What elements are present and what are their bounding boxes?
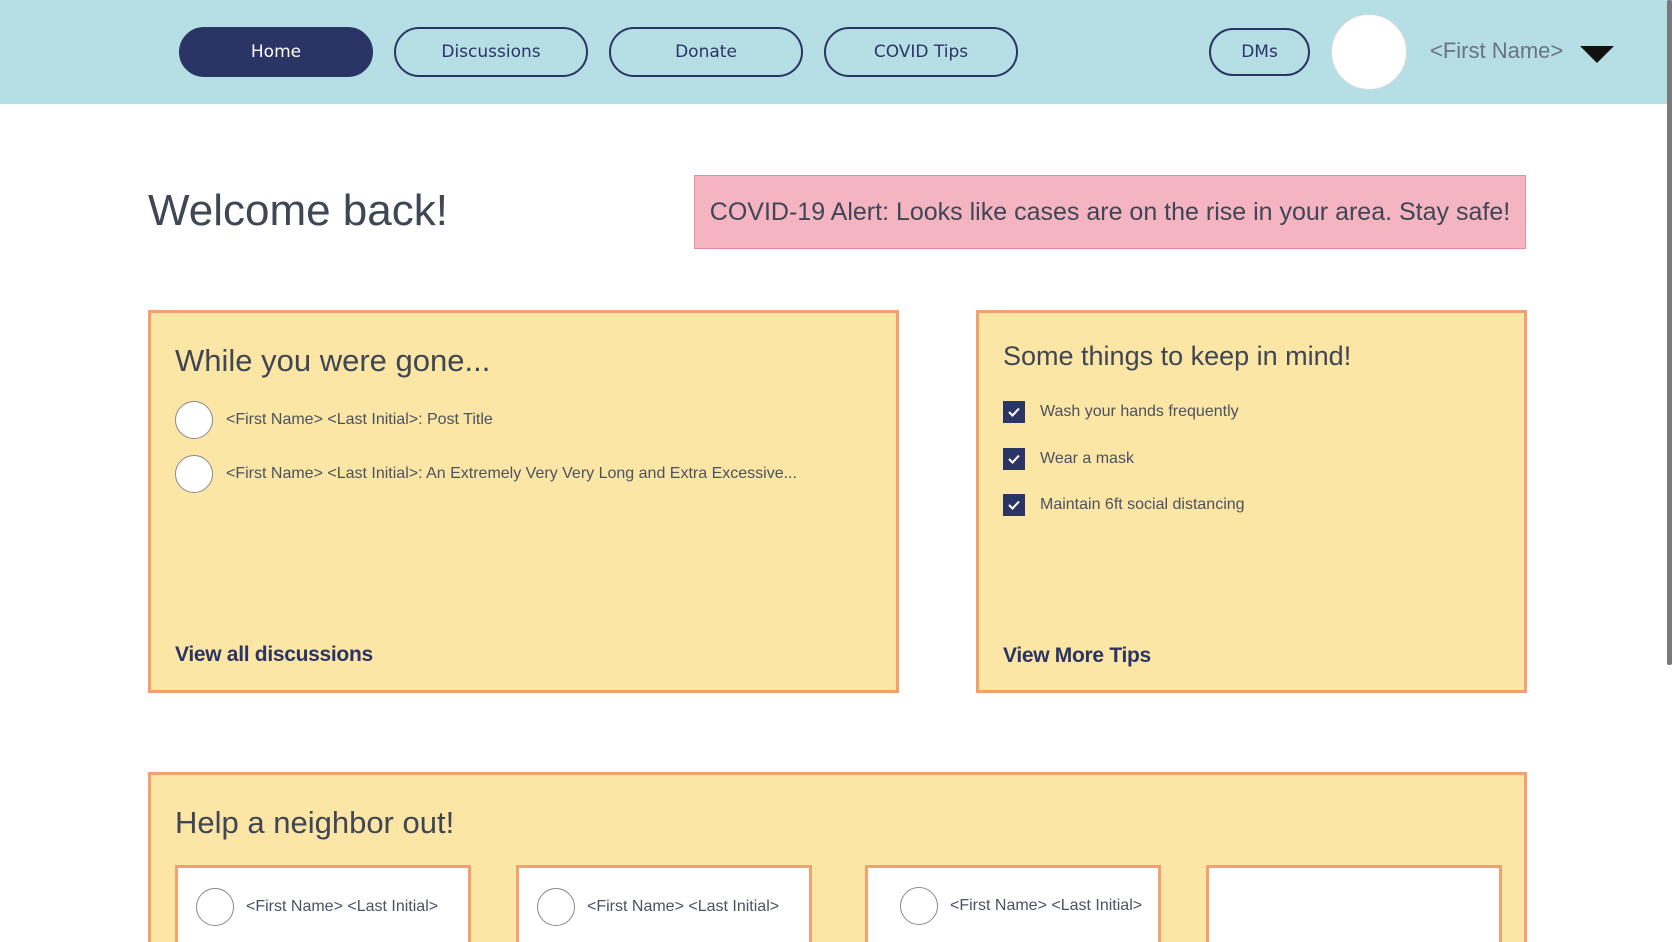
alert-text: COVID-19 Alert: Looks like cases are on … <box>709 197 1511 226</box>
view-more-tips-link[interactable]: View More Tips <box>1003 644 1151 668</box>
checkbox-checked-icon[interactable] <box>1003 401 1025 423</box>
post-title[interactable]: <First Name> <Last Initial>: An Extremel… <box>226 465 797 483</box>
avatar <box>175 401 213 439</box>
neighbor-request-card[interactable]: <First Name> <Last Initial> <box>175 865 471 942</box>
avatar <box>175 455 213 493</box>
neighbor-name: <First Name> <Last Initial> <box>950 897 1143 914</box>
tip-item[interactable]: Wash your hands frequently <box>1003 401 1239 423</box>
while-you-were-gone-card: While you were gone... <First Name> <Las… <box>148 310 899 693</box>
tab-covid-tips[interactable]: COVID Tips <box>824 27 1018 77</box>
tip-label: Wash your hands frequently <box>1040 403 1239 420</box>
avatar <box>900 887 938 925</box>
tip-item[interactable]: Maintain 6ft social distancing <box>1003 494 1245 516</box>
help-a-neighbor-card: Help a neighbor out! <First Name> <Last … <box>148 772 1527 942</box>
user-avatar[interactable] <box>1331 14 1407 90</box>
caret-down-icon[interactable] <box>1580 46 1614 63</box>
user-name-label: <First Name> <box>1430 38 1564 63</box>
card-title: Some things to keep in mind! <box>1003 341 1352 371</box>
tip-label: Maintain 6ft social distancing <box>1040 496 1245 513</box>
avatar <box>537 888 575 926</box>
scrollbar[interactable] <box>1667 0 1672 942</box>
covid-alert-banner: COVID-19 Alert: Looks like cases are on … <box>694 175 1526 249</box>
list-item[interactable]: <First Name> <Last Initial>: Post Title <box>175 401 493 439</box>
avatar <box>196 888 234 926</box>
neighbor-request-card[interactable]: <First Name> <Last Initial> <box>865 865 1161 942</box>
dms-button[interactable]: DMs <box>1209 28 1310 76</box>
tip-item[interactable]: Wear a mask <box>1003 448 1134 470</box>
tips-card: Some things to keep in mind! Wash your h… <box>976 310 1527 693</box>
view-all-discussions-link[interactable]: View all discussions <box>175 643 373 667</box>
scrollbar-thumb[interactable] <box>1667 0 1672 665</box>
checkbox-checked-icon[interactable] <box>1003 494 1025 516</box>
neighbor-request-card[interactable]: <First Name> <Last Initial> <box>516 865 812 942</box>
tab-donate[interactable]: Donate <box>609 27 803 77</box>
top-navigation-bar: Home Discussions Donate COVID Tips DMs <… <box>0 0 1672 104</box>
card-title: Help a neighbor out! <box>175 805 455 840</box>
post-title[interactable]: <First Name> <Last Initial>: Post Title <box>226 411 493 429</box>
list-item[interactable]: <First Name> <Last Initial>: An Extremel… <box>175 455 797 493</box>
tip-label: Wear a mask <box>1040 450 1134 467</box>
page-title: Welcome back! <box>148 186 448 235</box>
neighbor-name: <First Name> <Last Initial> <box>246 898 439 915</box>
neighbor-name: <First Name> <Last Initial> <box>587 898 780 915</box>
tab-discussions[interactable]: Discussions <box>394 27 588 77</box>
tab-home[interactable]: Home <box>179 27 373 77</box>
neighbor-request-card[interactable] <box>1206 865 1502 942</box>
checkbox-checked-icon[interactable] <box>1003 448 1025 470</box>
card-title: While you were gone... <box>175 343 491 378</box>
